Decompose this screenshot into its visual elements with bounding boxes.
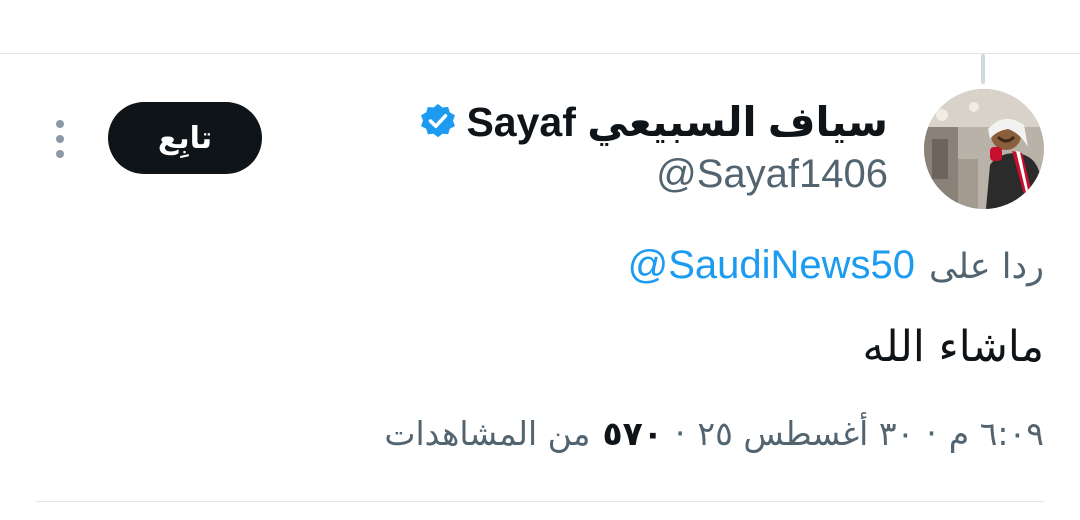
- avatar[interactable]: [924, 89, 1044, 209]
- author-display-name[interactable]: سياف السبيعي Sayaf: [466, 98, 888, 146]
- follow-button[interactable]: تابِع: [108, 102, 262, 174]
- meta-separator: ·: [926, 414, 937, 453]
- thread-connector-line: [981, 54, 985, 84]
- tweet-text: ماشاء الله: [862, 322, 1045, 372]
- views-label: من المشاهدات: [384, 414, 591, 453]
- tweet-date[interactable]: ٣٠ أغسطس ٢٥: [697, 414, 914, 453]
- author-name-row: سياف السبيعي Sayaf: [418, 96, 888, 148]
- tweet-time[interactable]: ٦:٠٩ م: [949, 414, 1044, 453]
- top-divider: [0, 53, 1080, 54]
- verified-icon: [421, 104, 456, 138]
- reply-prefix: ردا على: [929, 247, 1044, 287]
- views-count: ٥٧٠: [602, 414, 663, 453]
- reply-context: ردا على @SaudiNews50: [628, 243, 1044, 288]
- more-options-icon[interactable]: [52, 118, 68, 160]
- reply-mention-link[interactable]: @SaudiNews50: [628, 243, 915, 288]
- bottom-divider: [36, 501, 1044, 502]
- author-handle[interactable]: @Sayaf1406: [656, 152, 888, 197]
- tweet-meta: ٦:٠٩ م · ٣٠ أغسطس ٢٥ · ٥٧٠ من المشاهدات: [384, 414, 1044, 453]
- meta-separator: ·: [674, 414, 686, 453]
